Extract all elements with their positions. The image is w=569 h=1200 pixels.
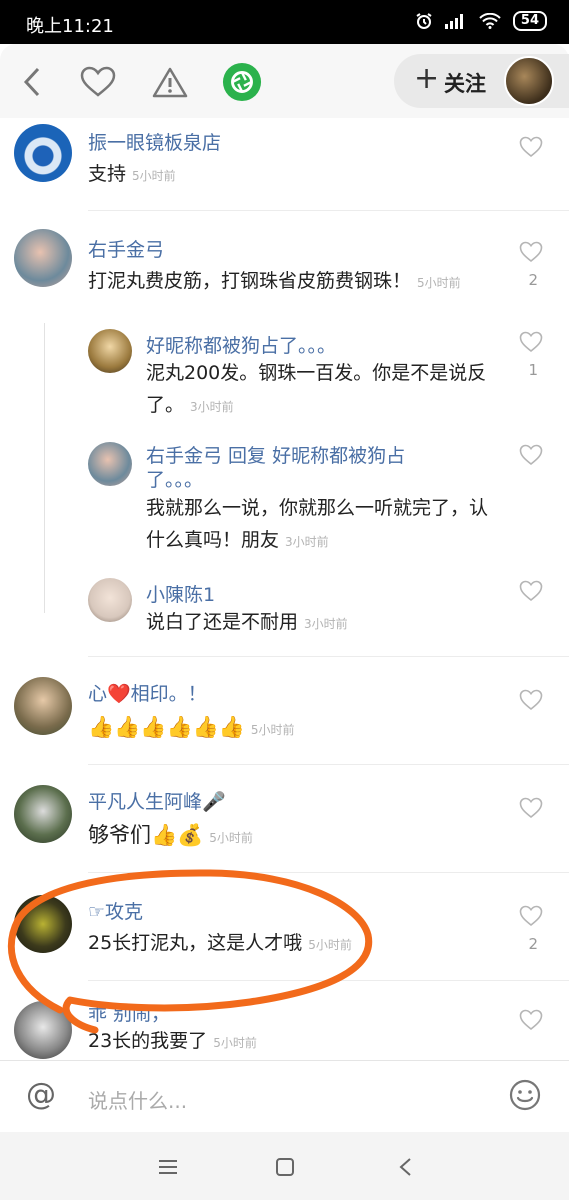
- comment-text: 够爷们👍💰: [88, 823, 204, 847]
- status-time: 晚上11:21: [26, 16, 114, 37]
- home-square-icon: [276, 1158, 294, 1176]
- warning-icon: [152, 67, 188, 98]
- chevron-left-icon: [23, 67, 40, 97]
- comment-item: 乖 别闹， 23长的我要了 5小时前: [0, 981, 569, 1060]
- at-mention-icon[interactable]: @: [26, 1077, 56, 1112]
- comment-time: 3小时前: [285, 535, 329, 549]
- comment-text: 👍👍👍👍👍👍: [88, 715, 245, 739]
- comment-body: 打泥丸费皮筋，打钢珠省皮筋费钢珠！ 5小时前: [88, 265, 508, 299]
- comment-time: 5小时前: [417, 276, 461, 290]
- comment-time: 5小时前: [213, 1036, 257, 1050]
- heart-icon[interactable]: [519, 241, 543, 263]
- comment-item: 心❤️相印。！ 👍👍👍👍👍👍 5小时前: [0, 657, 569, 763]
- reply-item: 小陳陈1 说白了还是不耐用 3小时前: [0, 564, 569, 654]
- avatar[interactable]: [14, 677, 72, 735]
- heart-icon[interactable]: [519, 905, 543, 927]
- comment-author[interactable]: 心❤️相印。！: [88, 679, 207, 706]
- camera-app-button[interactable]: [222, 62, 262, 102]
- status-icons: 54: [415, 11, 547, 31]
- report-button[interactable]: [150, 62, 190, 102]
- comment-body: 👍👍👍👍👍👍 5小时前: [88, 711, 508, 746]
- comment-time: 3小时前: [304, 617, 348, 631]
- comment-author[interactable]: 好昵称都被狗占了。。。: [146, 331, 336, 358]
- comment-text: 说白了还是不耐用: [146, 611, 299, 633]
- comment-body: 23长的我要了 5小时前: [88, 1025, 508, 1059]
- alarm-icon: [416, 13, 432, 29]
- comment-item: 平凡人生阿峰🎤 够爷们👍💰 5小时前: [0, 765, 569, 871]
- status-bar: 晚上11:21 54: [0, 0, 569, 44]
- home-nav-button[interactable]: [270, 1152, 300, 1182]
- system-nav-bar: [0, 1132, 569, 1200]
- comment-body: 说白了还是不耐用 3小时前: [146, 606, 496, 640]
- back-triangle-icon: [399, 1158, 411, 1176]
- avatar[interactable]: [88, 329, 132, 373]
- avatar[interactable]: [88, 578, 132, 622]
- like-count: 2: [528, 271, 538, 289]
- heart-icon[interactable]: [519, 444, 543, 466]
- follow-label: 关注: [444, 72, 486, 96]
- comment-item: 振一眼镜板泉店 支持 5小时前: [0, 118, 569, 210]
- comment-body: 够爷们👍💰 5小时前: [88, 819, 508, 854]
- comment-text: 23长的我要了: [88, 1030, 208, 1052]
- battery-indicator: 54: [512, 11, 547, 31]
- shutter-icon: [222, 62, 262, 102]
- wifi-icon: [479, 13, 501, 29]
- comment-input[interactable]: 说点什么...: [88, 1085, 187, 1114]
- heart-icon[interactable]: [519, 797, 543, 819]
- avatar[interactable]: [14, 1001, 72, 1059]
- reply-item: 好昵称都被狗占了。。。 泥丸200发。钢珠一百发。你是不是说反了。 3小时前 1: [0, 313, 569, 423]
- comment-text: 25长打泥丸，这是人才哦: [88, 932, 303, 954]
- avatar[interactable]: [14, 895, 72, 953]
- comment-text: 打泥丸费皮筋，打钢珠省皮筋费钢珠！: [88, 270, 412, 292]
- comment-author[interactable]: 乖 别闹，: [88, 999, 170, 1026]
- back-button[interactable]: [12, 62, 52, 102]
- comment-item: 右手金弓 打泥丸费皮筋，打钢珠省皮筋费钢珠！ 5小时前 2: [0, 211, 569, 301]
- comment-author[interactable]: 右手金弓: [88, 235, 164, 262]
- comment-time: 5小时前: [250, 723, 295, 737]
- menu-icon: [159, 1160, 177, 1174]
- top-toolbar: + 关注: [0, 44, 569, 118]
- heart-icon[interactable]: [519, 580, 543, 602]
- heart-icon[interactable]: [519, 689, 543, 711]
- comment-time: 3小时前: [190, 400, 234, 414]
- heart-icon: [80, 66, 116, 97]
- like-post-button[interactable]: [78, 62, 118, 102]
- heart-icon[interactable]: [519, 1009, 543, 1031]
- plus-icon: +: [414, 61, 440, 96]
- follow-button[interactable]: + 关注: [394, 54, 569, 108]
- reply-item: 右手金弓 回复 好昵称都被狗占了。。。 我就那么一说，你就那么一听就完了，认什么…: [0, 426, 569, 566]
- emoji-smile-icon[interactable]: [509, 1079, 541, 1111]
- comment-author[interactable]: 小陳陈1: [146, 580, 215, 607]
- comment-time: 5小时前: [209, 831, 253, 845]
- comment-author[interactable]: 平凡人生阿峰🎤: [88, 787, 226, 814]
- avatar[interactable]: [14, 229, 72, 287]
- avatar[interactable]: [14, 124, 72, 182]
- comment-author[interactable]: ☞攻克: [88, 897, 143, 924]
- comment-item: ☞攻克 25长打泥丸，这是人才哦 5小时前 2: [0, 873, 569, 979]
- comment-time: 5小时前: [308, 938, 352, 952]
- back-nav-button[interactable]: [390, 1152, 420, 1182]
- heart-icon[interactable]: [519, 136, 543, 158]
- like-count: 2: [528, 935, 538, 953]
- comment-author[interactable]: 振一眼镜板泉店: [88, 128, 221, 155]
- menu-nav-button[interactable]: [153, 1152, 183, 1182]
- comment-body: 我就那么一说，你就那么一听就完了，认什么真吗！朋友 3小时前: [146, 492, 496, 558]
- comment-body: 泥丸200发。钢珠一百发。你是不是说反了。 3小时前: [146, 357, 496, 423]
- avatar[interactable]: [88, 442, 132, 486]
- author-avatar[interactable]: [504, 56, 554, 106]
- comment-body: 25长打泥丸，这是人才哦 5小时前: [88, 927, 508, 961]
- avatar[interactable]: [14, 785, 72, 843]
- comment-list: 振一眼镜板泉店 支持 5小时前 右手金弓 打泥丸费皮筋，打钢珠省皮筋费钢珠！ 5小时…: [0, 118, 569, 1060]
- comment-author[interactable]: 右手金弓 回复 好昵称都被狗占了。。。: [146, 444, 446, 492]
- comment-input-bar: @ 说点什么...: [0, 1060, 569, 1132]
- comment-body: 支持 5小时前: [88, 158, 488, 192]
- comment-time: 5小时前: [132, 169, 176, 183]
- like-count: 1: [528, 361, 538, 379]
- heart-icon[interactable]: [519, 331, 543, 353]
- signal-icon: [444, 14, 463, 29]
- comment-text: 支持: [88, 163, 127, 185]
